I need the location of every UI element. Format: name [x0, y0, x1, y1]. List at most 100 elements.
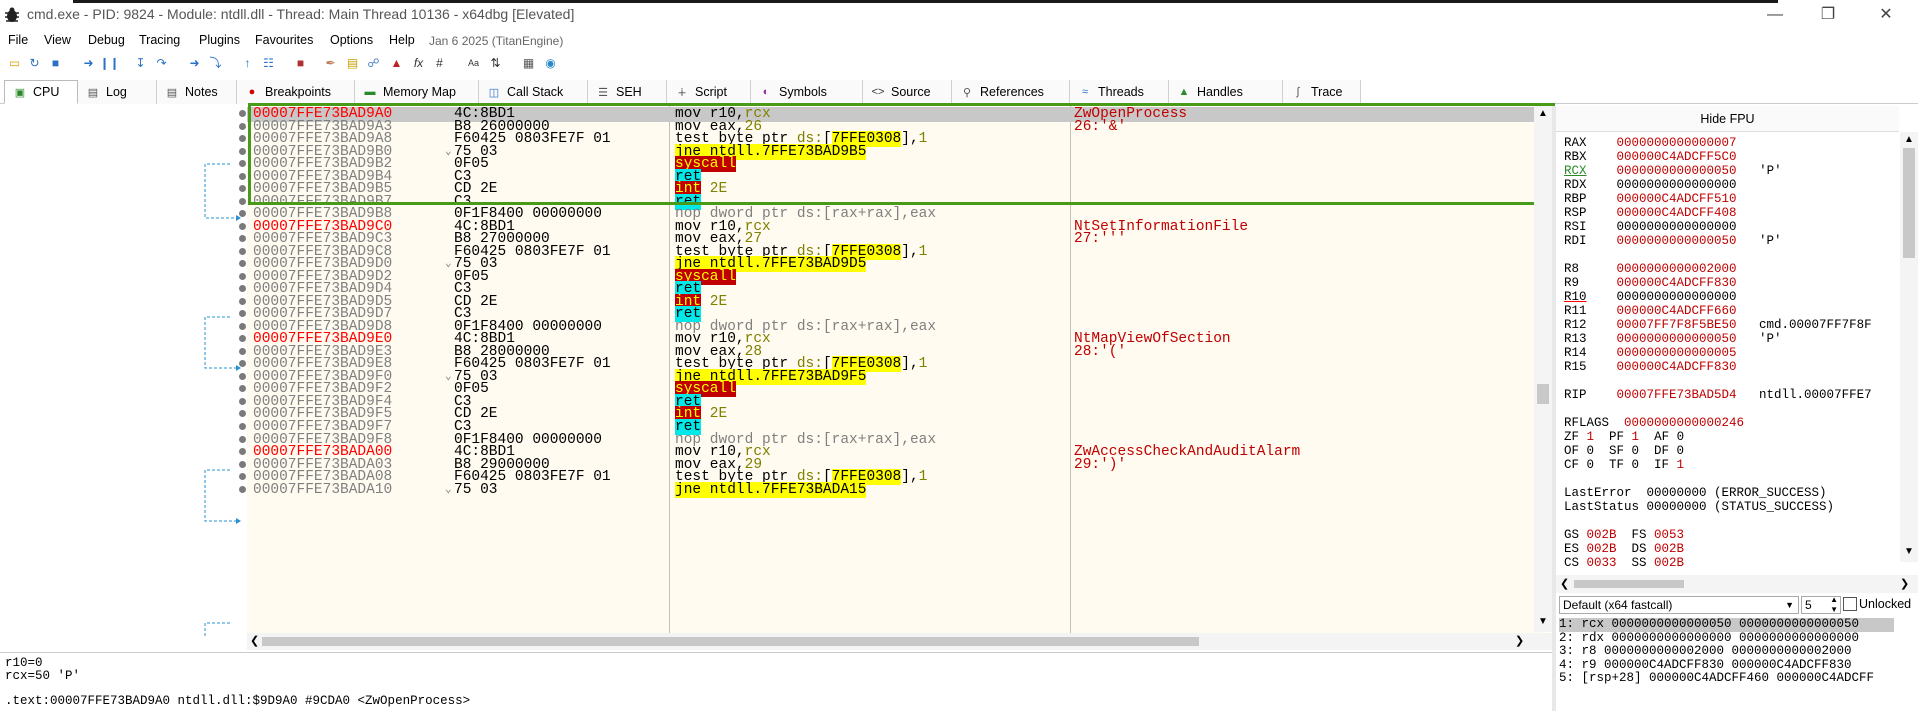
- registers-horizontal-scrollbar[interactable]: ❮ ❯: [1556, 575, 1918, 593]
- breakpoint-dot[interactable]: [239, 122, 246, 130]
- register-line[interactable]: R13 0000000000000050 'P': [1564, 332, 1782, 346]
- tab-threads[interactable]: ≈ Threads: [1070, 80, 1169, 104]
- register-line[interactable]: R12 00007FF7F8F5BE50 cmd.00007FF7F8F: [1564, 318, 1872, 332]
- argument-row[interactable]: 1: rcx 0000000000000050 0000000000000050: [1559, 617, 1894, 632]
- hash-icon[interactable]: #: [431, 55, 448, 72]
- register-line[interactable]: RCX 0000000000000050 'P': [1564, 164, 1782, 178]
- menu-help[interactable]: Help: [389, 33, 415, 47]
- register-line[interactable]: RAX 0000000000000007: [1564, 136, 1737, 150]
- register-line[interactable]: RBX 000000C4ADCFF5C0: [1564, 150, 1737, 164]
- disassembly-row[interactable]: 00007FFE73BADA10 75 03 ⌄ jne ntdll.7FFE73BA…: [247, 481, 1547, 498]
- menu-tracing[interactable]: Tracing: [139, 33, 180, 47]
- sort-icon[interactable]: ⇅: [487, 55, 504, 72]
- unlocked-checkbox[interactable]: [1843, 597, 1857, 611]
- trace-over-icon[interactable]: ⤵: [207, 55, 224, 72]
- pause-icon[interactable]: ❙❙: [99, 55, 119, 72]
- execute-till-return-icon[interactable]: ↑: [239, 55, 256, 72]
- hide-fpu-button[interactable]: Hide FPU: [1556, 106, 1899, 132]
- argument-row[interactable]: 2: rdx 0000000000000000 0000000000000000: [1559, 631, 1859, 646]
- tab-source[interactable]: <> Source: [863, 80, 952, 104]
- run-to-user-code-icon[interactable]: ☷: [260, 55, 277, 72]
- disassembly-vertical-scrollbar[interactable]: ▲ ▼: [1534, 106, 1552, 632]
- disassembly-horizontal-scrollbar[interactable]: ❮ ❯: [247, 633, 1552, 650]
- scroll-right-icon[interactable]: ❯: [1900, 577, 1909, 590]
- trace-into-icon[interactable]: ➜: [186, 55, 203, 72]
- arguments-view[interactable]: 1: rcx 0000000000000050 0000000000000050…: [1556, 616, 1918, 711]
- breakpoint-dot[interactable]: [239, 372, 246, 380]
- register-line[interactable]: R8 0000000000002000: [1564, 262, 1737, 276]
- scroll-right-icon[interactable]: ❯: [1515, 634, 1524, 647]
- breakpoint-dot[interactable]: [239, 485, 246, 493]
- comments-icon[interactable]: ✒: [322, 55, 339, 72]
- open-icon[interactable]: ▭: [6, 55, 23, 72]
- stop-icon[interactable]: ■: [47, 55, 64, 72]
- register-line[interactable]: R11 000000C4ADCFF660: [1564, 304, 1737, 318]
- step-over-icon[interactable]: ↷: [153, 55, 170, 72]
- menu-debug[interactable]: Debug: [88, 33, 125, 47]
- tab-trace[interactable]: ∫ Trace: [1283, 80, 1361, 104]
- breakpoint-dot[interactable]: [239, 272, 246, 280]
- menu-favourites[interactable]: Favourites: [255, 33, 313, 47]
- tab-breakpoints[interactable]: ● Breakpoints: [237, 80, 355, 104]
- breakpoint-dot[interactable]: [239, 460, 246, 468]
- register-line[interactable]: LastStatus 00000000 (STATUS_SUCCESS): [1564, 500, 1834, 514]
- argument-row[interactable]: 3: r8 0000000000002000 0000000000002000: [1559, 644, 1852, 659]
- breakpoint-dot[interactable]: [239, 247, 246, 255]
- breakpoint-dot[interactable]: [239, 110, 246, 117]
- tab-handles[interactable]: ▲ Handles: [1169, 80, 1283, 104]
- register-line[interactable]: R10 0000000000000000: [1564, 290, 1737, 304]
- scrollbar-thumb[interactable]: [262, 637, 1199, 646]
- close-button[interactable]: ✕: [1866, 4, 1906, 26]
- register-line[interactable]: ES 002B DS 002B: [1564, 542, 1684, 556]
- settings-icon[interactable]: ◉: [542, 55, 559, 72]
- argument-row[interactable]: 5: [rsp+28] 000000C4ADCFF460 000000C4ADC…: [1559, 671, 1874, 686]
- scroll-left-icon[interactable]: ❮: [250, 634, 259, 647]
- register-line[interactable]: RFLAGS 0000000000000246: [1564, 416, 1744, 430]
- font-icon[interactable]: Aa: [465, 55, 482, 72]
- scroll-left-icon[interactable]: ❮: [1560, 577, 1569, 590]
- register-line[interactable]: RIP 00007FFE73BAD5D4 ntdll.00007FFE7: [1564, 388, 1872, 402]
- restart-icon[interactable]: ↻: [26, 55, 43, 72]
- breakpoint-dot[interactable]: [239, 397, 246, 405]
- scroll-up-icon[interactable]: ▲: [1538, 108, 1548, 119]
- breakpoint-dot[interactable]: [239, 297, 246, 305]
- breakpoint-dot[interactable]: [239, 423, 246, 430]
- register-line[interactable]: RDI 0000000000000050 'P': [1564, 234, 1782, 248]
- scroll-down-icon[interactable]: ▼: [1904, 546, 1914, 557]
- menu-view[interactable]: View: [44, 33, 71, 47]
- breakpoint-dot[interactable]: [239, 435, 246, 443]
- registers-vertical-scrollbar[interactable]: ▲ ▼: [1900, 132, 1918, 562]
- scroll-up-icon[interactable]: ▲: [1904, 134, 1914, 145]
- step-into-icon[interactable]: ↧: [132, 55, 149, 72]
- bookmarks-icon[interactable]: ☍: [365, 55, 382, 72]
- fx-icon[interactable]: fx: [410, 55, 427, 72]
- minimize-button[interactable]: —: [1755, 4, 1795, 26]
- tab-call-stack[interactable]: ◫ Call Stack: [479, 80, 588, 104]
- calculator-icon[interactable]: ▦: [520, 55, 537, 72]
- breakpoint-dot[interactable]: [239, 322, 246, 330]
- register-line[interactable]: RBP 000000C4ADCFF510: [1564, 192, 1737, 206]
- scrollbar-thumb[interactable]: [1903, 148, 1915, 258]
- register-line[interactable]: LastError 00000000 (ERROR_SUCCESS): [1564, 486, 1827, 500]
- calling-convention-select[interactable]: Default (x64 fastcall) ▼: [1559, 596, 1799, 614]
- register-line[interactable]: RSI 0000000000000000: [1564, 220, 1737, 234]
- scrollbar-thumb[interactable]: [1574, 580, 1684, 588]
- breakpoint-dot[interactable]: [239, 172, 246, 180]
- breakpoint-dot[interactable]: [239, 135, 246, 143]
- register-line[interactable]: R14 0000000000000005: [1564, 346, 1737, 360]
- labels-icon[interactable]: ▤: [344, 55, 361, 72]
- tab-cpu[interactable]: ▣ CPU: [4, 80, 78, 104]
- scrollbar-thumb[interactable]: [1537, 384, 1549, 404]
- breakpoint-dot[interactable]: [239, 222, 246, 230]
- tab-log[interactable]: ▤ Log: [78, 80, 157, 104]
- menu-plugins[interactable]: Plugins: [199, 33, 240, 47]
- restore-button[interactable]: ❐: [1808, 4, 1848, 26]
- register-line[interactable]: CF 0 TF 0 IF 1: [1564, 458, 1684, 472]
- breakpoint-dot[interactable]: [239, 197, 246, 205]
- menu-file[interactable]: File: [8, 33, 28, 47]
- register-line[interactable]: R9 000000C4ADCFF830: [1564, 276, 1737, 290]
- register-line[interactable]: RDX 0000000000000000: [1564, 178, 1737, 192]
- tab-notes[interactable]: ▤ Notes: [157, 80, 237, 104]
- tab-script[interactable]: ∔ Script: [667, 80, 751, 104]
- patches-icon[interactable]: ■: [292, 55, 309, 72]
